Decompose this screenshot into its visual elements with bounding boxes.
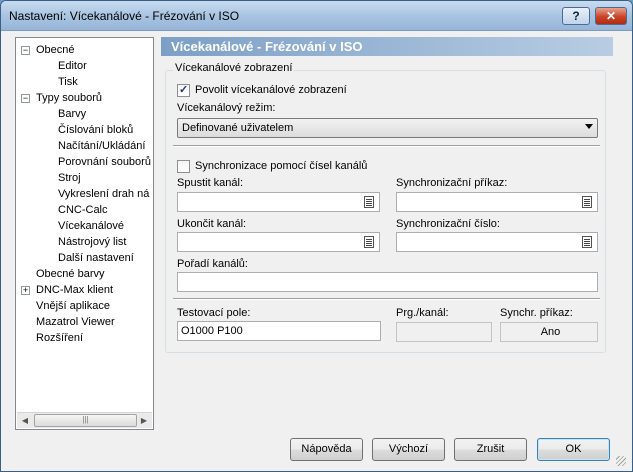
tree-item-dalsi-nastaveni[interactable]: Další nastavení xyxy=(58,250,134,266)
sync-command-label: Synchronizační příkaz: xyxy=(396,177,508,189)
dropdown-arrow-icon xyxy=(585,124,593,129)
sync-channels-checkbox[interactable] xyxy=(177,160,190,173)
dialog-body: − Obecné Editor Tisk − Typy souborů Barv… xyxy=(7,32,628,468)
scroll-thumb[interactable]: ||| xyxy=(34,414,137,427)
tree-item-mazatrol-viewer[interactable]: Mazatrol Viewer xyxy=(36,314,115,330)
restore-defaults-button[interactable]: Výchozí xyxy=(372,438,445,461)
panel-title: Vícekanálové - Frézování v ISO xyxy=(171,39,363,54)
tree-item-nastrojovy-list[interactable]: Nástrojový list xyxy=(58,234,126,250)
help-button[interactable]: Nápověda xyxy=(290,438,363,461)
code-picker-icon[interactable] xyxy=(580,195,594,209)
tree-item-vnejsi-aplikace[interactable]: Vnější aplikace xyxy=(36,298,110,314)
sync-number-label: Synchronizační číslo: xyxy=(396,218,500,230)
tree-item-obecne[interactable]: Obecné xyxy=(36,42,75,58)
tree-item-obecne-barvy[interactable]: Obecné barvy xyxy=(36,266,104,282)
mode-label: Vícekanálový režim: xyxy=(177,102,276,114)
sync-command-result-output: Ano xyxy=(500,322,598,342)
enable-multichannel-label[interactable]: Povolit vícekanálové zobrazení xyxy=(195,84,347,96)
start-channel-label: Spustit kanál: xyxy=(177,177,244,189)
channel-order-input[interactable] xyxy=(177,272,598,292)
tree-item-stroj[interactable]: Stroj xyxy=(58,170,81,186)
prg-channel-output xyxy=(396,322,492,342)
test-field-label: Testovací pole: xyxy=(177,307,251,319)
resize-grip-icon[interactable] xyxy=(616,456,626,466)
settings-tree[interactable]: − Obecné Editor Tisk − Typy souborů Barv… xyxy=(15,37,154,430)
tree-item-typy-souboru[interactable]: Typy souborů xyxy=(36,90,102,106)
sync-channels-label[interactable]: Synchronizace pomocí čísel kanálů xyxy=(195,160,367,172)
tree-horizontal-scrollbar[interactable]: ◀ ||| ▶ xyxy=(17,412,152,428)
prg-channel-label: Prg./kanál: xyxy=(396,307,449,319)
tree-item-tisk[interactable]: Tisk xyxy=(58,74,78,90)
scroll-left-arrow-icon[interactable]: ◀ xyxy=(17,413,33,428)
tree-item-porovnani-souboru[interactable]: Porovnání souborů xyxy=(58,154,151,170)
title-bar: Nastavení: Vícekanálové - Frézování v IS… xyxy=(1,1,632,31)
sync-command-result-label: Synchr. příkaz: xyxy=(500,307,573,319)
panel-header: Vícekanálové - Frézování v ISO xyxy=(161,37,613,56)
tree-item-vykresleni-drah[interactable]: Vykreslení drah ná xyxy=(58,186,149,202)
sync-number-input[interactable] xyxy=(396,232,598,252)
help-titlebar-button[interactable]: ? xyxy=(562,7,590,25)
code-picker-icon[interactable] xyxy=(580,235,594,249)
expand-icon[interactable]: + xyxy=(21,286,30,295)
tree-item-editor[interactable]: Editor xyxy=(58,58,87,74)
mode-select-value: Definované uživatelem xyxy=(182,122,294,134)
end-channel-input[interactable] xyxy=(177,232,380,252)
close-button[interactable]: ✕ xyxy=(595,7,627,25)
test-field-input[interactable]: O1000 P100 xyxy=(177,321,381,341)
start-channel-input[interactable] xyxy=(177,192,380,212)
enable-multichannel-checkbox[interactable] xyxy=(177,83,190,97)
cancel-button[interactable]: Zrušit xyxy=(454,438,527,461)
tree-item-rozsireni[interactable]: Rozšíření xyxy=(36,330,83,346)
tree-item-barvy[interactable]: Barvy xyxy=(58,106,86,122)
code-picker-icon[interactable] xyxy=(362,195,376,209)
window-title: Nastavení: Vícekanálové - Frézování v IS… xyxy=(9,9,240,23)
scroll-right-arrow-icon[interactable]: ▶ xyxy=(136,413,152,428)
ok-button[interactable]: OK xyxy=(537,438,610,461)
tree-item-dnc-max-klient[interactable]: DNC-Max klient xyxy=(36,282,113,298)
tree-item-nacitani-ukladani[interactable]: Načítání/Ukládání xyxy=(58,138,145,154)
collapse-icon[interactable]: − xyxy=(21,94,30,103)
tree-item-vicekanalove[interactable]: Vícekanálové xyxy=(58,218,124,234)
tree-item-cnc-calc[interactable]: CNC-Calc xyxy=(58,202,108,218)
separator xyxy=(173,145,600,147)
collapse-icon[interactable]: − xyxy=(21,46,30,55)
separator xyxy=(173,298,600,300)
group-title: Vícekanálové zobrazení xyxy=(173,62,295,74)
channel-order-label: Pořadí kanálů: xyxy=(177,258,248,270)
tree-item-cislovani-bloku[interactable]: Číslování bloků xyxy=(58,122,133,138)
code-picker-icon[interactable] xyxy=(362,235,376,249)
end-channel-label: Ukončit kanál: xyxy=(177,218,247,230)
sync-command-input[interactable] xyxy=(396,192,598,212)
mode-select[interactable]: Definované uživatelem xyxy=(177,118,598,138)
settings-dialog: Nastavení: Vícekanálové - Frézování v IS… xyxy=(0,0,633,472)
